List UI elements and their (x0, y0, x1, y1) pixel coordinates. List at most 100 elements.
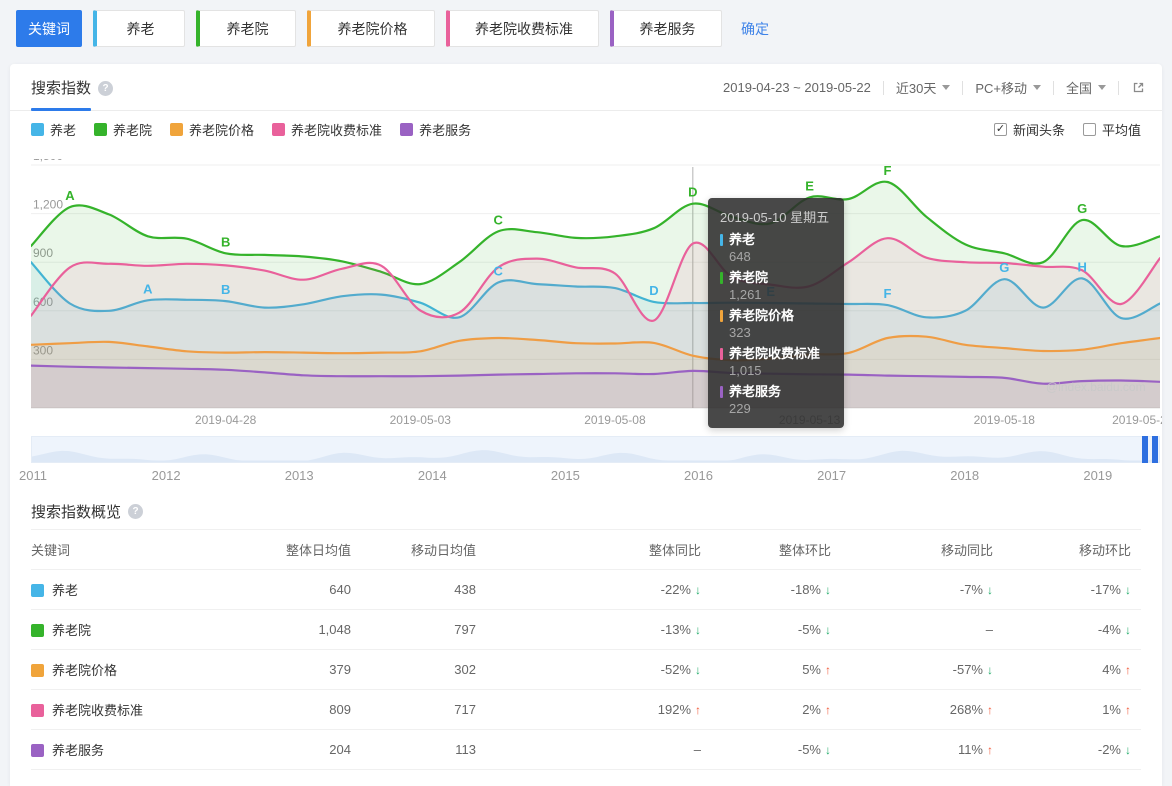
table-row: 养老院收费标准 809 717 192% ↑ 2% ↑ 268% ↑ 1% ↑ (31, 689, 1141, 730)
table-row: 养老院价格 379 302 -52% ↓ 5% ↑ -57% ↓ 4% ↑ (31, 649, 1141, 690)
news-marker-C[interactable]: C (493, 263, 503, 278)
change-value: -13% (660, 622, 691, 637)
tooltip-series-name: 养老院 (720, 269, 832, 287)
news-marker-B[interactable]: B (221, 282, 230, 297)
arrow-up-icon: ↑ (1125, 663, 1131, 677)
news-marker-G[interactable]: G (1077, 201, 1087, 216)
keyword-chip[interactable]: 养老院 (196, 10, 296, 47)
column-header: 移动同比 (841, 529, 1003, 570)
chart-legend: 养老 养老院 养老院价格 养老院收费标准 养老服务 (31, 120, 489, 139)
timeline-brush[interactable] (31, 436, 1160, 463)
range-dropdown[interactable]: 近30天 (896, 78, 951, 97)
tooltip-series-value: 648 (729, 249, 751, 264)
help-icon[interactable]: ? (128, 503, 144, 519)
legend-label: 养老院收费标准 (291, 123, 383, 138)
brush-handle-left[interactable] (1142, 436, 1148, 463)
trend-chart[interactable]: 3006009001,2001,500ABCDEFGABCDEFGH (31, 159, 1160, 410)
overall-avg-cell: 809 (241, 689, 361, 730)
legend-item[interactable]: 养老院 (94, 120, 152, 139)
tooltip-date: 2019-05-10 星期五 (720, 210, 830, 225)
keyword-chip[interactable]: 养老 (93, 10, 185, 47)
news-marker-D[interactable]: D (688, 185, 697, 200)
change-cell: -13% ↓ (486, 609, 711, 650)
news-marker-A[interactable]: A (143, 281, 153, 296)
news-marker-D[interactable]: D (649, 283, 658, 298)
x-tick-label: 2019-05-18 (973, 413, 1035, 427)
x-tick-label: 2019-05-08 (584, 413, 646, 427)
change-cell: -18% ↓ (711, 569, 841, 610)
watermark: @index.baidu.com (1046, 380, 1146, 394)
legend-item[interactable]: 养老院价格 (170, 120, 254, 139)
confirm-link[interactable]: 确定 (741, 10, 769, 47)
overall-avg-cell: 1,048 (241, 609, 361, 650)
change-cell: -4% ↓ (1003, 609, 1141, 650)
news-marker-E[interactable]: E (805, 178, 814, 193)
region-dropdown[interactable]: 全国 (1066, 78, 1106, 97)
arrow-down-icon: ↓ (695, 623, 701, 637)
arrow-down-icon: ↓ (825, 583, 831, 597)
news-marker-A[interactable]: A (65, 188, 75, 203)
column-header: 关键词 (31, 529, 241, 570)
keyword-cell: 养老 (31, 569, 241, 610)
checkbox-icon (1082, 123, 1096, 136)
chart-tooltip: 2019-05-10 星期五 养老 648 养老院 1,261 养老院价格 323 养老院收… (708, 198, 844, 428)
change-cell: -22% ↓ (486, 569, 711, 610)
legend-label: 养老服务 (419, 123, 472, 138)
change-cell: – (486, 729, 711, 770)
tab-search-index[interactable]: 搜索指数 (31, 77, 91, 100)
keyword-name: 养老院 (52, 623, 92, 638)
toggle-checked[interactable]: ✓ 新闻头条 (993, 120, 1065, 139)
year-label: 2012 (151, 468, 181, 483)
date-range-label[interactable]: 2019-04-23 ~ 2019-05-22 (723, 80, 871, 95)
keyword-bar: 关键词 养老 养老院 养老院价格 养老院收费标准 养老服务 确定 (0, 0, 1172, 64)
change-value: -5% (797, 742, 821, 757)
svg-text:1,200: 1,200 (33, 198, 63, 212)
arrow-up-icon: ↑ (1125, 703, 1131, 717)
legend-item[interactable]: 养老 (31, 120, 76, 139)
tooltip-color-bar (720, 234, 723, 246)
news-marker-H[interactable]: H (1077, 259, 1086, 274)
keyword-chip[interactable]: 养老服务 (610, 10, 722, 47)
tooltip-color-bar (720, 348, 723, 360)
change-value: 192% (657, 702, 691, 717)
news-marker-C[interactable]: C (493, 212, 503, 227)
overview-table: 关键词 整体日均值 移动日均值 整体同比 整体环比 移动同比 移动环比 养老 640 438 -2… (31, 529, 1141, 770)
tooltip-series-value: 1,015 (729, 363, 762, 378)
chevron-down-icon (1032, 85, 1041, 90)
keyword-chip[interactable]: 养老院收费标准 (446, 10, 599, 47)
arrow-down-icon: ↓ (825, 623, 831, 637)
change-value: -17% (1090, 582, 1121, 597)
news-marker-F[interactable]: F (884, 286, 892, 301)
change-value: – (693, 742, 701, 757)
change-value: -18% (790, 582, 821, 597)
brush-handle-right[interactable] (1152, 436, 1158, 463)
news-marker-G[interactable]: G (999, 260, 1009, 275)
change-cell: -57% ↓ (841, 649, 1003, 690)
keyword-cell: 养老服务 (31, 729, 241, 770)
legend-item[interactable]: 养老院收费标准 (272, 120, 382, 139)
keyword-button[interactable]: 关键词 (16, 10, 82, 47)
change-value: 268% (949, 702, 983, 717)
arrow-up-icon: ↑ (987, 743, 993, 757)
external-link-icon[interactable] (1131, 80, 1146, 95)
change-cell: -5% ↓ (711, 609, 841, 650)
toggle-label: 新闻头条 (1012, 123, 1065, 138)
change-value: -2% (1097, 742, 1121, 757)
tooltip-color-bar (720, 272, 723, 284)
active-tab-underline (31, 108, 91, 111)
help-icon[interactable]: ? (98, 81, 114, 96)
device-dropdown[interactable]: PC+移动 (975, 78, 1041, 97)
news-marker-F[interactable]: F (884, 163, 892, 178)
keyword-name: 养老院收费标准 (52, 703, 144, 718)
overall-avg-cell: 379 (241, 649, 361, 690)
row-color-swatch (31, 624, 44, 637)
toggle-unchecked[interactable]: 平均值 (1082, 120, 1141, 139)
mobile-avg-cell: 797 (361, 609, 486, 650)
legend-item[interactable]: 养老服务 (400, 120, 471, 139)
table-row: 养老服务 204 113 – -5% ↓ 11% ↑ -2% ↓ (31, 729, 1141, 770)
legend-color-swatch (272, 123, 286, 136)
change-cell: 268% ↑ (841, 689, 1003, 730)
chevron-down-icon (942, 85, 951, 90)
news-marker-B[interactable]: B (221, 234, 230, 249)
keyword-chip[interactable]: 养老院价格 (307, 10, 435, 47)
